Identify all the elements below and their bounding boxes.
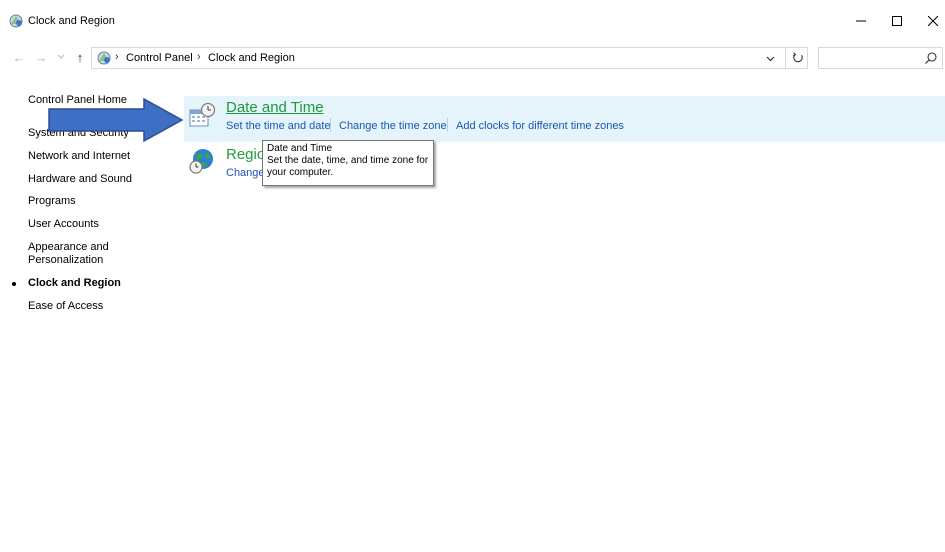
forward-button[interactable]: →	[33, 48, 49, 66]
task-separator	[330, 118, 331, 132]
date-and-time-link[interactable]: Date and Time	[226, 99, 324, 116]
task-separator	[447, 118, 448, 132]
refresh-icon	[792, 52, 803, 63]
refresh-button[interactable]	[789, 49, 807, 67]
recent-locations-button[interactable]	[53, 48, 69, 66]
tooltip-title: Date and Time	[267, 143, 333, 154]
sidebar-item-label-line1: Appearance and	[28, 241, 109, 253]
sidebar-item-programs[interactable]: Programs	[28, 195, 76, 208]
region-change-link[interactable]: Change	[226, 167, 265, 179]
sidebar-item-label-line2: Personalization	[28, 254, 104, 266]
address-dropdown-button[interactable]	[762, 51, 778, 67]
breadcrumb-control-panel[interactable]: Control Panel	[126, 52, 193, 64]
minimize-button[interactable]	[846, 10, 876, 32]
forward-arrow-icon: →	[34, 49, 48, 65]
up-button[interactable]: ↑	[72, 48, 88, 66]
minimize-icon	[856, 20, 866, 22]
back-arrow-icon: ←	[12, 49, 26, 65]
sidebar-item-clock-and-region[interactable]: Clock and Region	[28, 277, 121, 290]
maximize-button[interactable]	[882, 10, 912, 32]
control-panel-icon	[97, 51, 111, 65]
back-button[interactable]: ←	[11, 48, 27, 66]
control-panel-icon	[9, 14, 23, 28]
address-divider	[785, 48, 786, 68]
maximize-icon	[892, 16, 902, 26]
title-bar: Clock and Region	[0, 0, 945, 40]
address-bar[interactable]: › Control Panel › Clock and Region	[91, 47, 808, 69]
tooltip: Date and Time Set the date, time, and ti…	[262, 140, 434, 186]
annotation-arrow-icon	[48, 98, 184, 143]
clock-calendar-icon[interactable]	[188, 101, 216, 129]
add-clocks-link[interactable]: Add clocks for different time zones	[456, 120, 624, 132]
search-input[interactable]	[818, 47, 943, 69]
sidebar-item-hardware-and-sound[interactable]: Hardware and Sound	[28, 173, 132, 186]
set-time-and-date-link[interactable]: Set the time and date	[226, 120, 331, 132]
change-time-zone-link[interactable]: Change the time zone	[339, 120, 447, 132]
tooltip-line-1: Set the date, time, and time zone for	[267, 155, 429, 166]
tooltip-line-2: your computer.	[267, 167, 334, 178]
sidebar-item-ease-of-access[interactable]: Ease of Access	[28, 300, 103, 313]
chevron-down-icon	[766, 56, 774, 62]
search-icon	[925, 52, 937, 64]
up-arrow-icon: ↑	[76, 49, 84, 65]
window-title: Clock and Region	[28, 15, 115, 27]
chevron-down-icon	[57, 54, 65, 59]
close-icon	[928, 16, 938, 26]
breadcrumb-separator-icon[interactable]: ›	[115, 51, 119, 63]
breadcrumb-separator-icon[interactable]: ›	[197, 51, 201, 63]
sidebar-item-user-accounts[interactable]: User Accounts	[28, 218, 99, 231]
sidebar-item-appearance-and-personalization[interactable]: Appearance and Personalization	[28, 241, 109, 267]
active-bullet-icon	[12, 282, 16, 286]
close-button[interactable]	[918, 10, 945, 32]
sidebar-item-network-and-internet[interactable]: Network and Internet	[28, 150, 130, 163]
breadcrumb-clock-and-region[interactable]: Clock and Region	[208, 52, 295, 64]
navigation-bar: ← → ↑ › Control Panel › Clock and Region	[0, 44, 945, 70]
globe-clock-icon[interactable]	[188, 147, 216, 175]
